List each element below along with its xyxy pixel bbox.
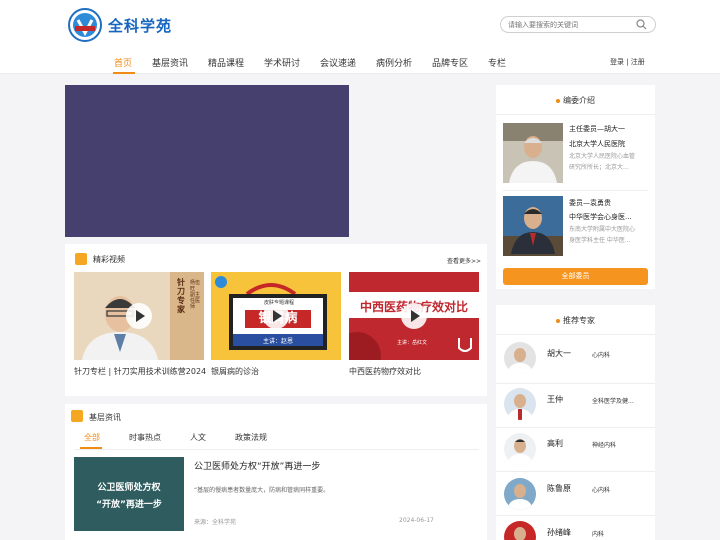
editor-desc-2b: 身医学科主任 中华医... xyxy=(569,237,631,244)
editors-header: 编委介绍 xyxy=(496,85,655,115)
expert-name-1[interactable]: 胡大一 xyxy=(547,348,571,359)
video-1-overlay-sub: 杨伍旺 副主任医师 xyxy=(190,280,201,310)
search-input[interactable] xyxy=(508,17,632,32)
news-thumb-line1: 公卫医师处方权 xyxy=(97,483,161,493)
expert-dept-5: 内科 xyxy=(592,531,605,538)
expert-dept-4: 心内科 xyxy=(592,487,611,494)
video-thumb-2[interactable]: 皮肤专题课程 银屑病 主讲：赵恩 xyxy=(211,272,341,360)
news-section-title: 基层资讯 xyxy=(89,413,121,422)
nav-cases[interactable]: 病例分析 xyxy=(376,56,412,69)
search-box[interactable] xyxy=(500,16,656,33)
editor-desc-1b: 研究所所长；北京大... xyxy=(569,164,629,171)
all-members-button[interactable]: 全部委员 xyxy=(503,268,648,285)
news-source: 来源：全科学苑 xyxy=(194,519,237,526)
play-button-icon[interactable] xyxy=(401,303,427,329)
editor-role-1[interactable]: 主任委员—胡大一 xyxy=(569,124,625,134)
editor-photo-2[interactable] xyxy=(503,196,563,256)
experts-title: 推荐专家 xyxy=(563,316,595,325)
tab-humanities[interactable]: 人文 xyxy=(190,432,206,443)
nav-brand[interactable]: 品牌专区 xyxy=(432,56,468,69)
video-section-title: 精彩视频 xyxy=(93,255,125,264)
editor-org-1: 北京大学人民医院 xyxy=(569,140,625,148)
dot-icon xyxy=(556,98,560,103)
editors-section xyxy=(496,85,655,289)
expert-dept-3: 神经内科 xyxy=(592,442,617,449)
nav-column[interactable]: 专栏 xyxy=(488,56,506,69)
experts-header: 推荐专家 xyxy=(496,305,655,335)
editor-desc-1a: 北京大学人民医院心血管 xyxy=(569,153,636,160)
expert-name-5[interactable]: 孙绪峰 xyxy=(547,527,571,538)
expert-dept-2: 全科医学及健... xyxy=(592,398,634,405)
tab-divider xyxy=(75,449,479,450)
tab-hot-topics[interactable]: 时事热点 xyxy=(129,432,161,443)
hero-banner[interactable] xyxy=(65,85,349,237)
expert-divider xyxy=(496,427,655,428)
nav-courses[interactable]: 精品课程 xyxy=(208,56,244,69)
expert-avatar-2[interactable] xyxy=(504,388,536,420)
logo-text[interactable]: 全科学苑 xyxy=(108,15,172,36)
video-thumb-1[interactable]: 针刀专家 杨伍旺 副主任医师 xyxy=(74,272,204,360)
video-thumb-3[interactable]: 中西医药物疗效对比 主讲：岳红文 xyxy=(349,272,479,360)
editors-title-wrap: 编委介绍 xyxy=(496,95,655,106)
expert-name-2[interactable]: 王仲 xyxy=(547,394,563,405)
news-thumbnail[interactable]: 公卫医师处方权 “开放”再进一步 xyxy=(74,457,184,531)
video-caption-2[interactable]: 银屑病的诊治 xyxy=(211,366,259,377)
editor-photo-1[interactable] xyxy=(503,123,563,183)
dot-icon xyxy=(556,318,560,323)
expert-divider xyxy=(496,515,655,516)
search-icon[interactable] xyxy=(636,19,647,30)
editor-org-2: 中华医学会心身医... xyxy=(569,213,632,221)
tab-active-underline xyxy=(80,447,102,449)
nav-home[interactable]: 首页 xyxy=(114,56,132,69)
video-more-link[interactable]: 查看更多>> xyxy=(447,256,481,265)
expert-divider xyxy=(496,383,655,384)
tab-all[interactable]: 全部 xyxy=(84,432,100,443)
video-2-overlay-sub: 主讲：赵恩 xyxy=(262,338,293,345)
tab-policy[interactable]: 政策法规 xyxy=(235,432,267,443)
video-1-overlay: 针刀专家 xyxy=(177,278,185,314)
expert-avatar-4[interactable] xyxy=(504,478,536,510)
news-thumb-line2: “开放”再进一步 xyxy=(96,500,162,510)
expert-divider xyxy=(496,471,655,472)
news-title[interactable]: 公卫医师处方权“开放”再进一步 xyxy=(194,459,320,472)
video-3-overlay-sub: 主讲：岳红文 xyxy=(397,340,428,346)
expert-avatar-3[interactable] xyxy=(504,433,536,465)
expert-name-3[interactable]: 高利 xyxy=(547,438,563,449)
logo-badge-icon[interactable] xyxy=(66,8,104,42)
play-button-icon[interactable] xyxy=(126,303,152,329)
video-section-icon xyxy=(75,253,87,265)
video-caption-1[interactable]: 针刀专栏 | 针刀实用技术训练营2024 xyxy=(74,366,206,377)
editor-role-2[interactable]: 委员—袁勇贵 xyxy=(569,198,611,208)
nav-news[interactable]: 基层资讯 xyxy=(152,56,188,69)
editors-title: 编委介绍 xyxy=(563,96,595,105)
nav-active-underline xyxy=(113,72,135,74)
expert-avatar-1[interactable] xyxy=(504,342,536,374)
video-caption-3[interactable]: 中西医药物疗效对比 xyxy=(349,366,421,377)
news-date: 2024-06-17 xyxy=(399,517,434,524)
news-description: “基层的慢病患者数量庞大，防病和管病同样重要。 xyxy=(194,487,330,494)
expert-dept-1: 心内科 xyxy=(592,352,611,359)
experts-title-wrap: 推荐专家 xyxy=(496,315,655,326)
editor-divider xyxy=(503,190,648,191)
expert-name-4[interactable]: 陈鲁原 xyxy=(547,483,571,494)
editor-desc-2a: 东南大学附属中大医院心 xyxy=(569,226,636,233)
login-register-link[interactable]: 登录 | 注册 xyxy=(610,57,645,67)
nav-meetings[interactable]: 会议速递 xyxy=(320,56,356,69)
news-section-icon xyxy=(71,410,83,422)
play-button-icon[interactable] xyxy=(263,303,289,329)
nav-academic[interactable]: 学术研讨 xyxy=(264,56,300,69)
